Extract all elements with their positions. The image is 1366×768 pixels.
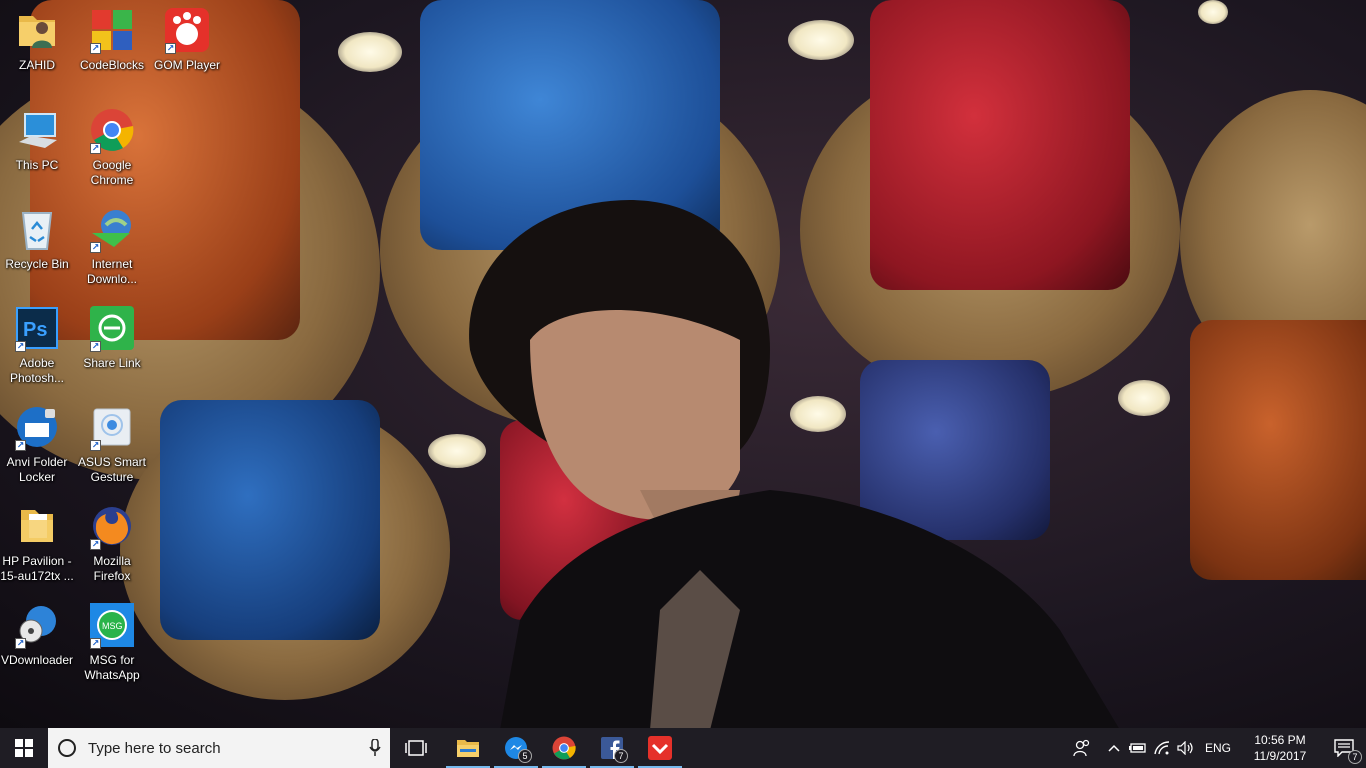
- desktop-icon-asus-smart-gesture[interactable]: ↗ ASUS Smart Gesture: [75, 397, 149, 489]
- desktop-icon-label: ASUS Smart Gesture: [77, 455, 146, 484]
- language-label: ENG: [1204, 741, 1231, 755]
- desktop-icon-label: Internet Downlo...: [86, 257, 138, 286]
- shortcut-arrow-icon: ↗: [90, 242, 101, 253]
- taskbar-app-messenger[interactable]: 5: [492, 728, 540, 768]
- desktop-icon-internet-download-manager[interactable]: ↗ Internet Downlo...: [75, 199, 149, 291]
- desktop-icon-google-chrome[interactable]: ↗ Google Chrome: [75, 100, 149, 192]
- volume-icon[interactable]: [1174, 728, 1198, 768]
- shortcut-arrow-icon: ↗: [90, 440, 101, 451]
- shortcut-arrow-icon: ↗: [15, 638, 26, 649]
- msg-whatsapp-icon: MSG ↗: [88, 601, 136, 649]
- desktop-icon-share-link[interactable]: ↗ Share Link: [75, 298, 149, 390]
- start-button[interactable]: [0, 728, 48, 768]
- chrome-icon: [552, 736, 576, 760]
- show-hidden-icons-chevron-icon[interactable]: [1102, 728, 1126, 768]
- desktop-icon-label: This PC: [15, 158, 59, 172]
- smart-gesture-icon: ↗: [88, 403, 136, 451]
- desktop-icon-hp-pavilion[interactable]: HP Pavilion - 15-au172tx ...: [0, 496, 74, 588]
- shortcut-arrow-icon: ↗: [90, 341, 101, 352]
- desktop-icon-label: Google Chrome: [90, 158, 134, 187]
- system-tray: ENG 10:56 PM 11/9/2017 7: [1062, 728, 1366, 768]
- desktop-icon-label: Recycle Bin: [5, 257, 69, 271]
- desktop-icon-adobe-photoshop[interactable]: Ps ↗ Adobe Photosh...: [0, 298, 74, 390]
- desktop-icon-label: Adobe Photosh...: [9, 356, 65, 385]
- desktop-icon-label: CodeBlocks: [79, 58, 145, 72]
- share-link-icon: ↗: [88, 304, 136, 352]
- folder-icon: [457, 740, 479, 757]
- gom-player-icon: ↗: [163, 6, 211, 54]
- desktop[interactable]: ZAHID ↗ CodeBlocks ↗ GOM Player This PC …: [0, 0, 1366, 728]
- recycle-bin-icon: [13, 205, 61, 253]
- desktop-icon-label: ZAHID: [19, 58, 55, 72]
- search-box[interactable]: Type here to search: [48, 728, 390, 768]
- desktop-icon-label: HP Pavilion - 15-au172tx ...: [0, 554, 74, 583]
- computer-icon: [13, 106, 61, 154]
- photoshop-icon: Ps ↗: [13, 304, 61, 352]
- battery-icon[interactable]: [1126, 728, 1150, 768]
- user-folder-icon: [13, 6, 61, 54]
- desktop-icon-label: Mozilla Firefox: [93, 554, 131, 583]
- vdownloader-icon: ↗: [13, 601, 61, 649]
- cortana-icon: [58, 739, 76, 757]
- desktop-icon-vdownloader[interactable]: ↗ VDownloader: [0, 595, 74, 687]
- taskbar-app-facebook[interactable]: 7: [588, 728, 636, 768]
- desktop-icon-this-pc[interactable]: This PC: [0, 100, 74, 192]
- shortcut-arrow-icon: ↗: [15, 341, 26, 352]
- folder-locker-icon: ↗: [13, 403, 61, 451]
- people-icon[interactable]: [1062, 728, 1102, 768]
- desktop-icon-label: Share Link: [83, 356, 141, 370]
- shortcut-arrow-icon: ↗: [90, 539, 101, 550]
- desktop-icon-label: MSG for WhatsApp: [84, 653, 140, 682]
- svg-text:MSG: MSG: [102, 621, 123, 631]
- clock-date: 11/9/2017: [1253, 749, 1307, 763]
- wifi-icon[interactable]: [1150, 728, 1174, 768]
- task-view-icon: [405, 740, 427, 756]
- desktop-icon-codeblocks[interactable]: ↗ CodeBlocks: [75, 0, 149, 92]
- taskbar-app-gom[interactable]: [636, 728, 684, 768]
- notification-badge: 5: [518, 749, 532, 763]
- folder-icon: [13, 502, 61, 550]
- desktop-icon-recycle-bin[interactable]: Recycle Bin: [0, 199, 74, 291]
- input-language[interactable]: ENG: [1198, 728, 1238, 768]
- shortcut-arrow-icon: ↗: [165, 43, 176, 54]
- notification-count-badge: 7: [1348, 750, 1362, 764]
- shortcut-arrow-icon: ↗: [90, 143, 101, 154]
- windows-logo-icon: [15, 739, 33, 757]
- desktop-icon-label: VDownloader: [0, 653, 74, 667]
- desktop-icon-msg-for-whatsapp[interactable]: MSG ↗ MSG for WhatsApp: [75, 595, 149, 687]
- task-view-button[interactable]: [392, 728, 440, 768]
- shortcut-arrow-icon: ↗: [90, 43, 101, 54]
- action-center-button[interactable]: 7: [1322, 728, 1366, 768]
- microphone-icon[interactable]: [360, 739, 390, 757]
- clock[interactable]: 10:56 PM 11/9/2017: [1238, 732, 1322, 764]
- taskbar-app-chrome[interactable]: [540, 728, 588, 768]
- desktop-icon-zahid[interactable]: ZAHID: [0, 0, 74, 92]
- svg-text:Ps: Ps: [23, 319, 47, 341]
- taskbar-app-file-explorer[interactable]: [444, 728, 492, 768]
- gom-icon: [648, 736, 672, 760]
- taskbar: Type here to search 5 7 ENG 10:56 PM 11/…: [0, 728, 1366, 768]
- desktop-icon-label: GOM Player: [153, 58, 220, 72]
- desktop-icon-label: Anvi Folder Locker: [6, 455, 68, 484]
- clock-time: 10:56 PM: [1254, 733, 1306, 747]
- chrome-icon: ↗: [88, 106, 136, 154]
- firefox-icon: ↗: [88, 502, 136, 550]
- notification-badge: 7: [614, 749, 628, 763]
- search-placeholder: Type here to search: [88, 739, 221, 757]
- idm-icon: ↗: [88, 205, 136, 253]
- desktop-icon-anvi-folder-locker[interactable]: ↗ Anvi Folder Locker: [0, 397, 74, 489]
- desktop-icon-gom-player[interactable]: ↗ GOM Player: [150, 0, 224, 92]
- shortcut-arrow-icon: ↗: [90, 638, 101, 649]
- shortcut-arrow-icon: ↗: [15, 440, 26, 451]
- wallpaper: [0, 0, 1366, 728]
- codeblocks-icon: ↗: [88, 6, 136, 54]
- desktop-icon-mozilla-firefox[interactable]: ↗ Mozilla Firefox: [75, 496, 149, 588]
